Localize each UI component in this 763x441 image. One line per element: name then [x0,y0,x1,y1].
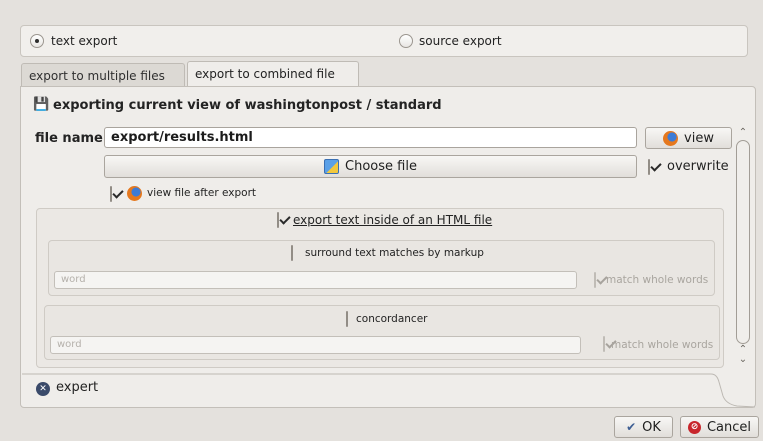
markup-word-input[interactable]: word [54,271,577,289]
concordancer-checkbox[interactable] [346,311,348,327]
surround-markup-checkbox[interactable] [291,245,293,261]
export-mode-group: text export source export [20,25,748,57]
scroll-up-icon[interactable]: ⌃ [736,127,750,138]
markup-match-whole-words-checkbox[interactable] [594,272,596,288]
export-html-checkbox[interactable] [277,212,279,228]
tab-multiple-files[interactable]: export to multiple files [21,63,185,87]
scroll-down-icon[interactable]: ⌄ [736,354,750,365]
ok-button[interactable]: ✔ OK [614,416,673,438]
view-button[interactable]: view [645,127,732,149]
concordancer-match-whole-words-label[interactable]: match whole words [611,339,713,351]
vertical-scrollbar[interactable] [736,140,750,344]
browser-icon [663,130,679,146]
file-name-input[interactable]: export/results.html [104,127,637,148]
save-icon: 💾 [33,97,50,112]
expert-label[interactable]: expert [56,380,98,395]
view-after-export-checkbox[interactable] [110,186,112,202]
ok-button-label: OK [642,419,661,435]
view-button-label: view [684,130,714,146]
choose-file-button[interactable]: Choose file [104,155,637,178]
cancel-button[interactable]: ⊘ Cancel [680,416,759,438]
file-name-label: file name [35,131,103,146]
concordancer-match-whole-words-checkbox[interactable] [603,336,605,352]
cancel-icon: ⊘ [687,420,701,434]
cancel-button-label: Cancel [706,419,752,435]
overwrite-label[interactable]: overwrite [667,159,729,174]
expert-section-frame [22,373,756,408]
choose-file-icon [324,159,340,174]
source-export-label[interactable]: source export [419,34,502,48]
browser-icon [127,186,142,201]
overwrite-checkbox[interactable] [648,159,650,175]
concordancer-word-input[interactable]: word [50,336,581,354]
choose-file-label: Choose file [345,159,417,174]
source-export-radio[interactable] [399,34,413,48]
tab-combined-file[interactable]: export to combined file [187,61,359,87]
text-export-radio[interactable] [30,34,44,48]
panel-title: exporting current view of washingtonpost… [53,98,442,113]
text-export-label[interactable]: text export [51,34,117,48]
markup-match-whole-words-label[interactable]: match whole words [606,274,708,286]
concordancer-label[interactable]: concordancer [356,313,428,325]
checkmark-icon: ✔ [626,420,637,434]
surround-markup-label[interactable]: surround text matches by markup [305,247,484,259]
view-after-export-label[interactable]: view file after export [147,187,256,199]
export-html-label[interactable]: export text inside of an HTML file [293,213,492,227]
expert-toggle-icon[interactable]: ✕ [36,382,50,396]
